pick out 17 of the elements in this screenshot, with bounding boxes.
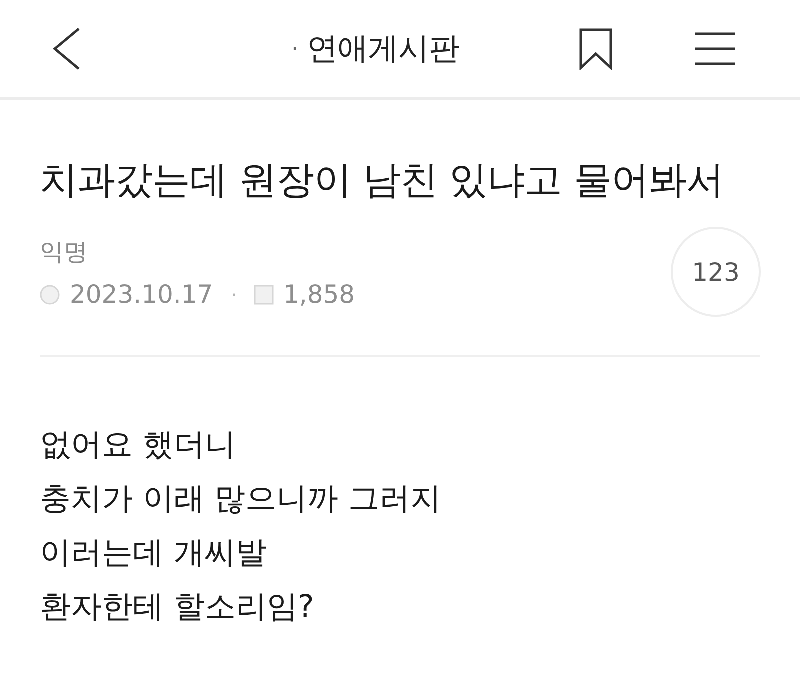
- board-title: 연애게시판: [307, 30, 460, 68]
- body-text-line: 환자한테 할소리임?: [40, 588, 316, 627]
- menu-icon: [695, 32, 735, 66]
- separator-dot: ·: [231, 283, 238, 307]
- back-chevron-icon: [52, 26, 82, 70]
- post-title: 치과갔는데 원장이 남친 있냐고 물어봐서: [40, 157, 725, 204]
- views-icon: [254, 285, 274, 305]
- body-text-line: 충치가 이래 많으니까 그러지: [40, 480, 443, 519]
- body-text-line: 이러는데 개씨발: [40, 534, 268, 573]
- comment-count-badge[interactable]: 123: [671, 227, 761, 317]
- body-text-line: 없어요 했더니: [40, 426, 237, 465]
- view-count: 1,858: [284, 279, 356, 311]
- author-name: 익명: [40, 237, 89, 267]
- separator-dot: ·: [291, 34, 300, 62]
- bookmark-icon: [579, 28, 613, 70]
- clock-icon: [40, 285, 60, 305]
- post-date: 2023.10.17: [70, 279, 214, 311]
